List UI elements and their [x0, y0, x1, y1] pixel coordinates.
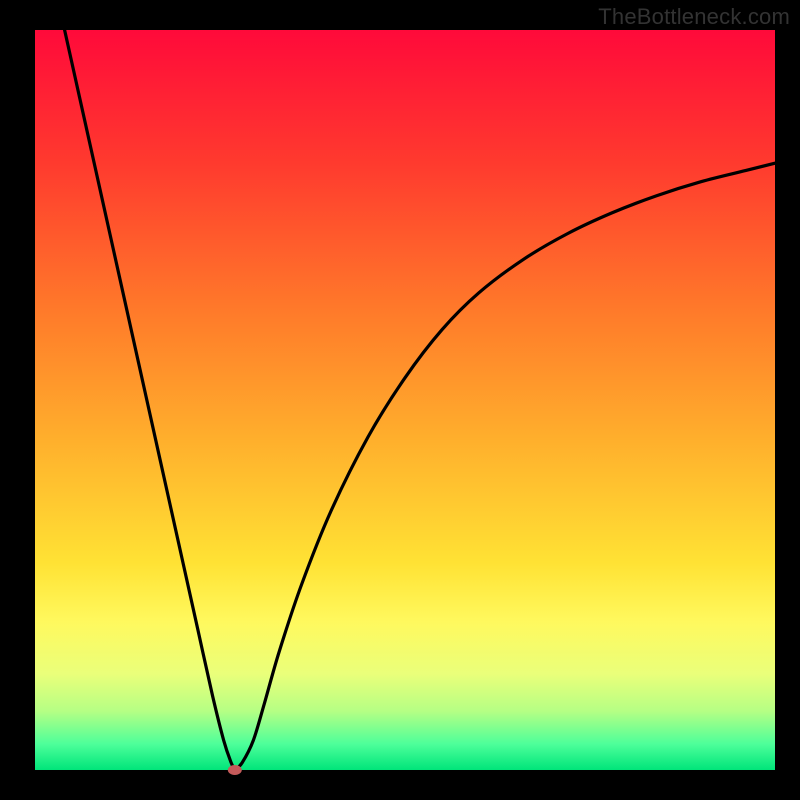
chart-frame: TheBottleneck.com — [0, 0, 800, 800]
bottleneck-chart — [0, 0, 800, 800]
optimum-marker — [228, 765, 242, 775]
watermark-text: TheBottleneck.com — [598, 4, 790, 30]
